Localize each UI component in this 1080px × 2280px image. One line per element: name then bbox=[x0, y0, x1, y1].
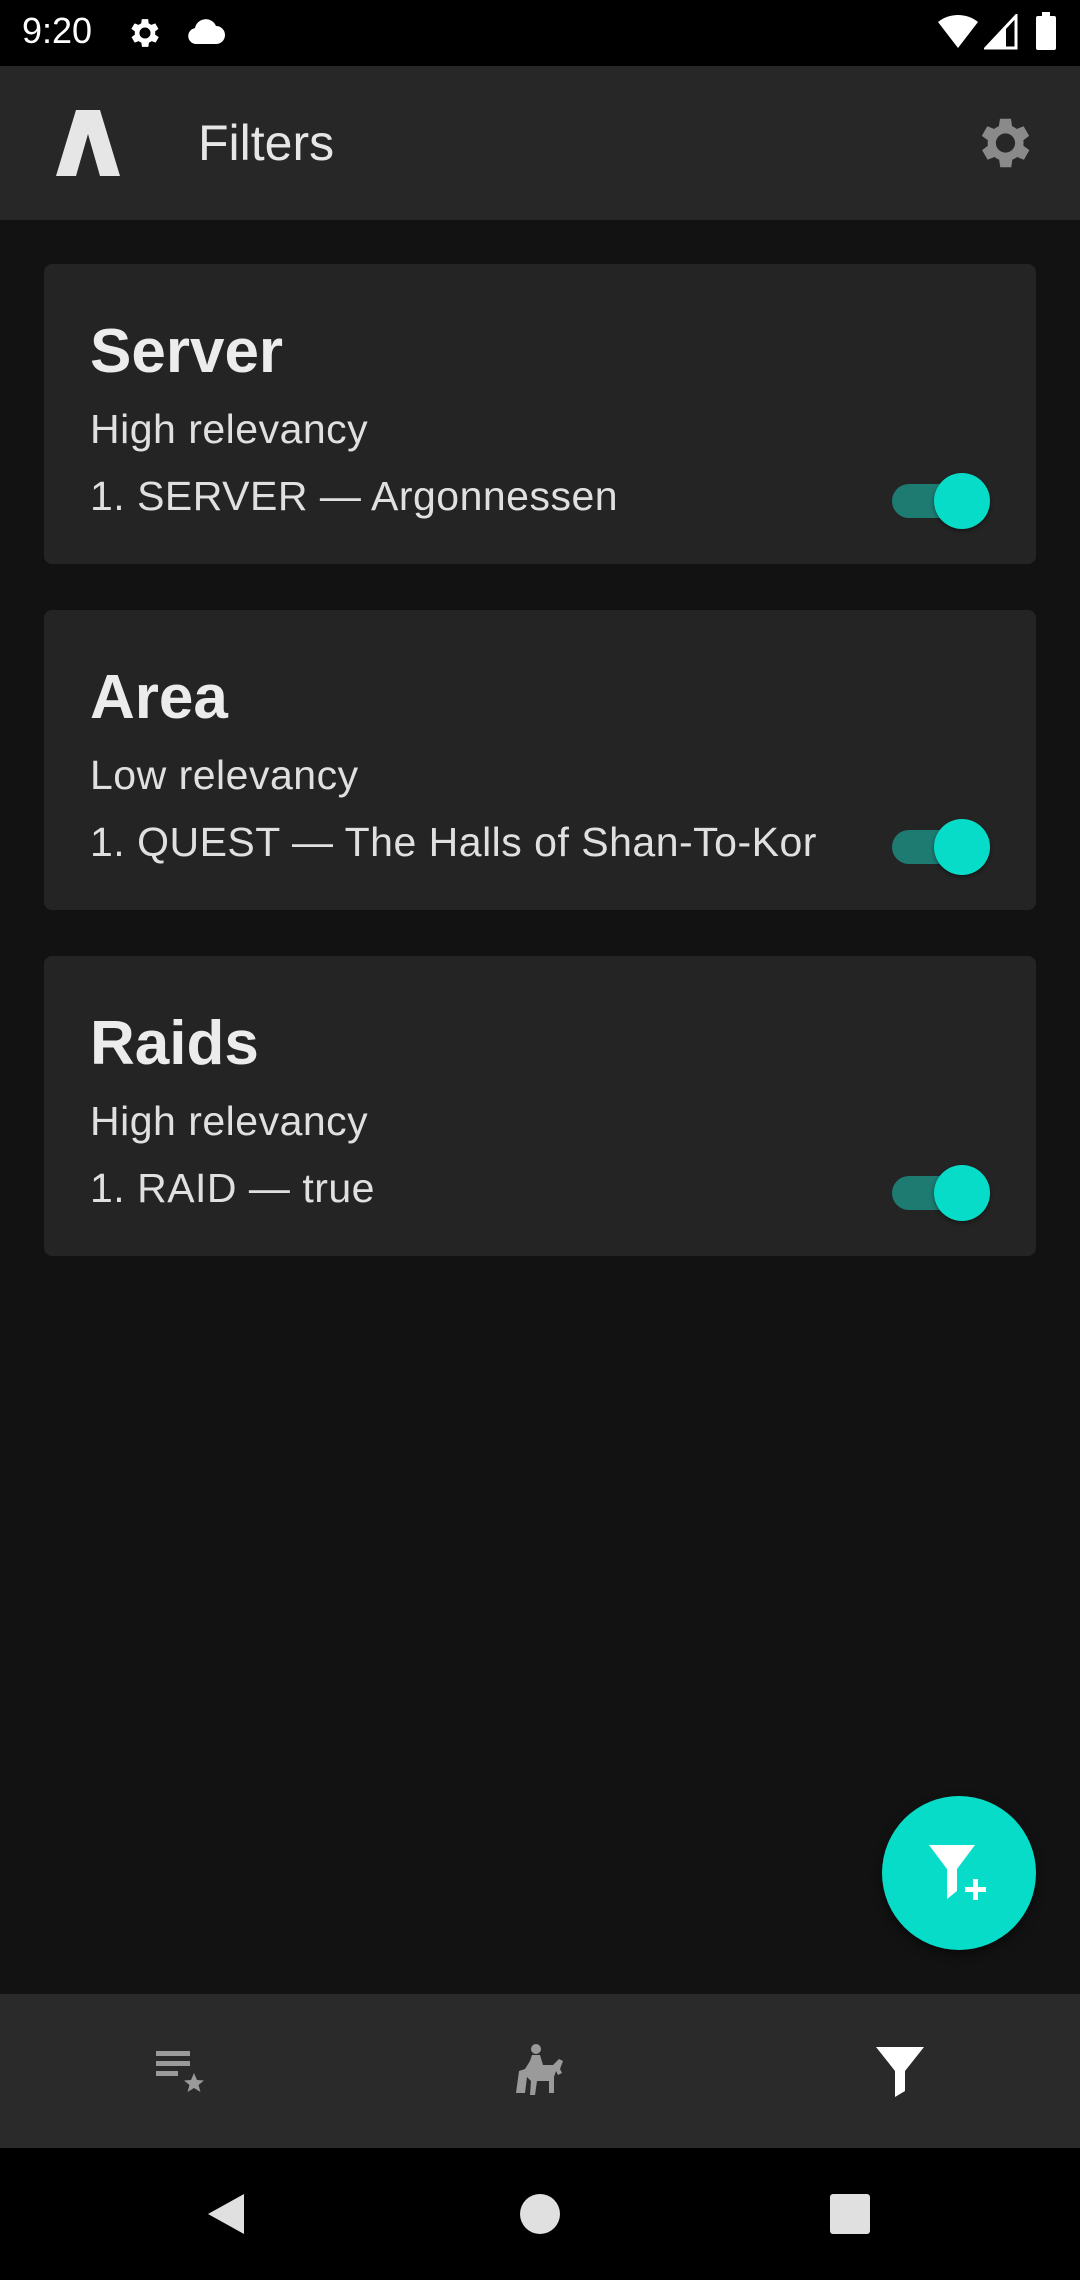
bottom-navigation bbox=[0, 1994, 1080, 2148]
filter-enabled-toggle[interactable] bbox=[892, 1160, 990, 1221]
filter-rule: 1. RAID — true bbox=[90, 1165, 375, 1211]
toggle-thumb bbox=[934, 473, 990, 529]
cell-signal-icon bbox=[984, 14, 1018, 50]
filter-enabled-toggle[interactable] bbox=[892, 468, 990, 529]
settings-button[interactable] bbox=[970, 110, 1036, 176]
filter-enabled-toggle[interactable] bbox=[892, 814, 990, 875]
filter-title: Area bbox=[90, 663, 228, 732]
toggle-thumb bbox=[934, 819, 990, 875]
status-bar: 9:20 bbox=[0, 0, 1080, 66]
recents-icon[interactable] bbox=[824, 2188, 876, 2240]
system-navigation-bar bbox=[0, 2148, 1080, 2280]
app-bar: Filters bbox=[0, 66, 1080, 220]
filter-card-area[interactable]: Area Low relevancy 1. QUEST — The Halls … bbox=[44, 610, 1036, 910]
filter-relevancy: High relevancy bbox=[90, 1098, 369, 1144]
back-icon[interactable] bbox=[200, 2188, 252, 2240]
filter-icon bbox=[876, 2047, 924, 2097]
status-time: 9:20 bbox=[22, 10, 93, 51]
gear-icon bbox=[981, 118, 1030, 168]
favorite-list-icon bbox=[156, 2051, 204, 2092]
nav-characters[interactable] bbox=[360, 1994, 720, 2148]
home-icon[interactable] bbox=[514, 2188, 566, 2240]
nav-filters[interactable] bbox=[720, 1994, 1080, 2148]
add-filter-button[interactable] bbox=[882, 1796, 1036, 1950]
filter-add-icon bbox=[929, 1845, 986, 1900]
gear-icon bbox=[131, 19, 159, 47]
filter-relevancy: High relevancy bbox=[90, 406, 369, 452]
nav-favorites[interactable] bbox=[0, 1994, 360, 2148]
wifi-icon bbox=[938, 14, 978, 49]
filter-card-raids[interactable]: Raids High relevancy 1. RAID — true bbox=[44, 956, 1036, 1256]
app-logo-icon bbox=[56, 110, 120, 176]
toggle-thumb bbox=[934, 1165, 990, 1221]
battery-icon bbox=[1036, 12, 1056, 50]
filter-title: Raids bbox=[90, 1009, 259, 1078]
cloud-icon bbox=[188, 19, 225, 44]
filter-title: Server bbox=[90, 317, 284, 386]
filter-rule: 1. QUEST — The Halls of Shan-To-Kor bbox=[90, 819, 817, 865]
knight-horse-icon bbox=[516, 2044, 563, 2095]
page-title: Filters bbox=[198, 115, 335, 171]
filter-card-server[interactable]: Server High relevancy 1. SERVER — Argonn… bbox=[44, 264, 1036, 564]
filter-rule: 1. SERVER — Argonnessen bbox=[90, 473, 619, 519]
filter-relevancy: Low relevancy bbox=[90, 752, 359, 798]
